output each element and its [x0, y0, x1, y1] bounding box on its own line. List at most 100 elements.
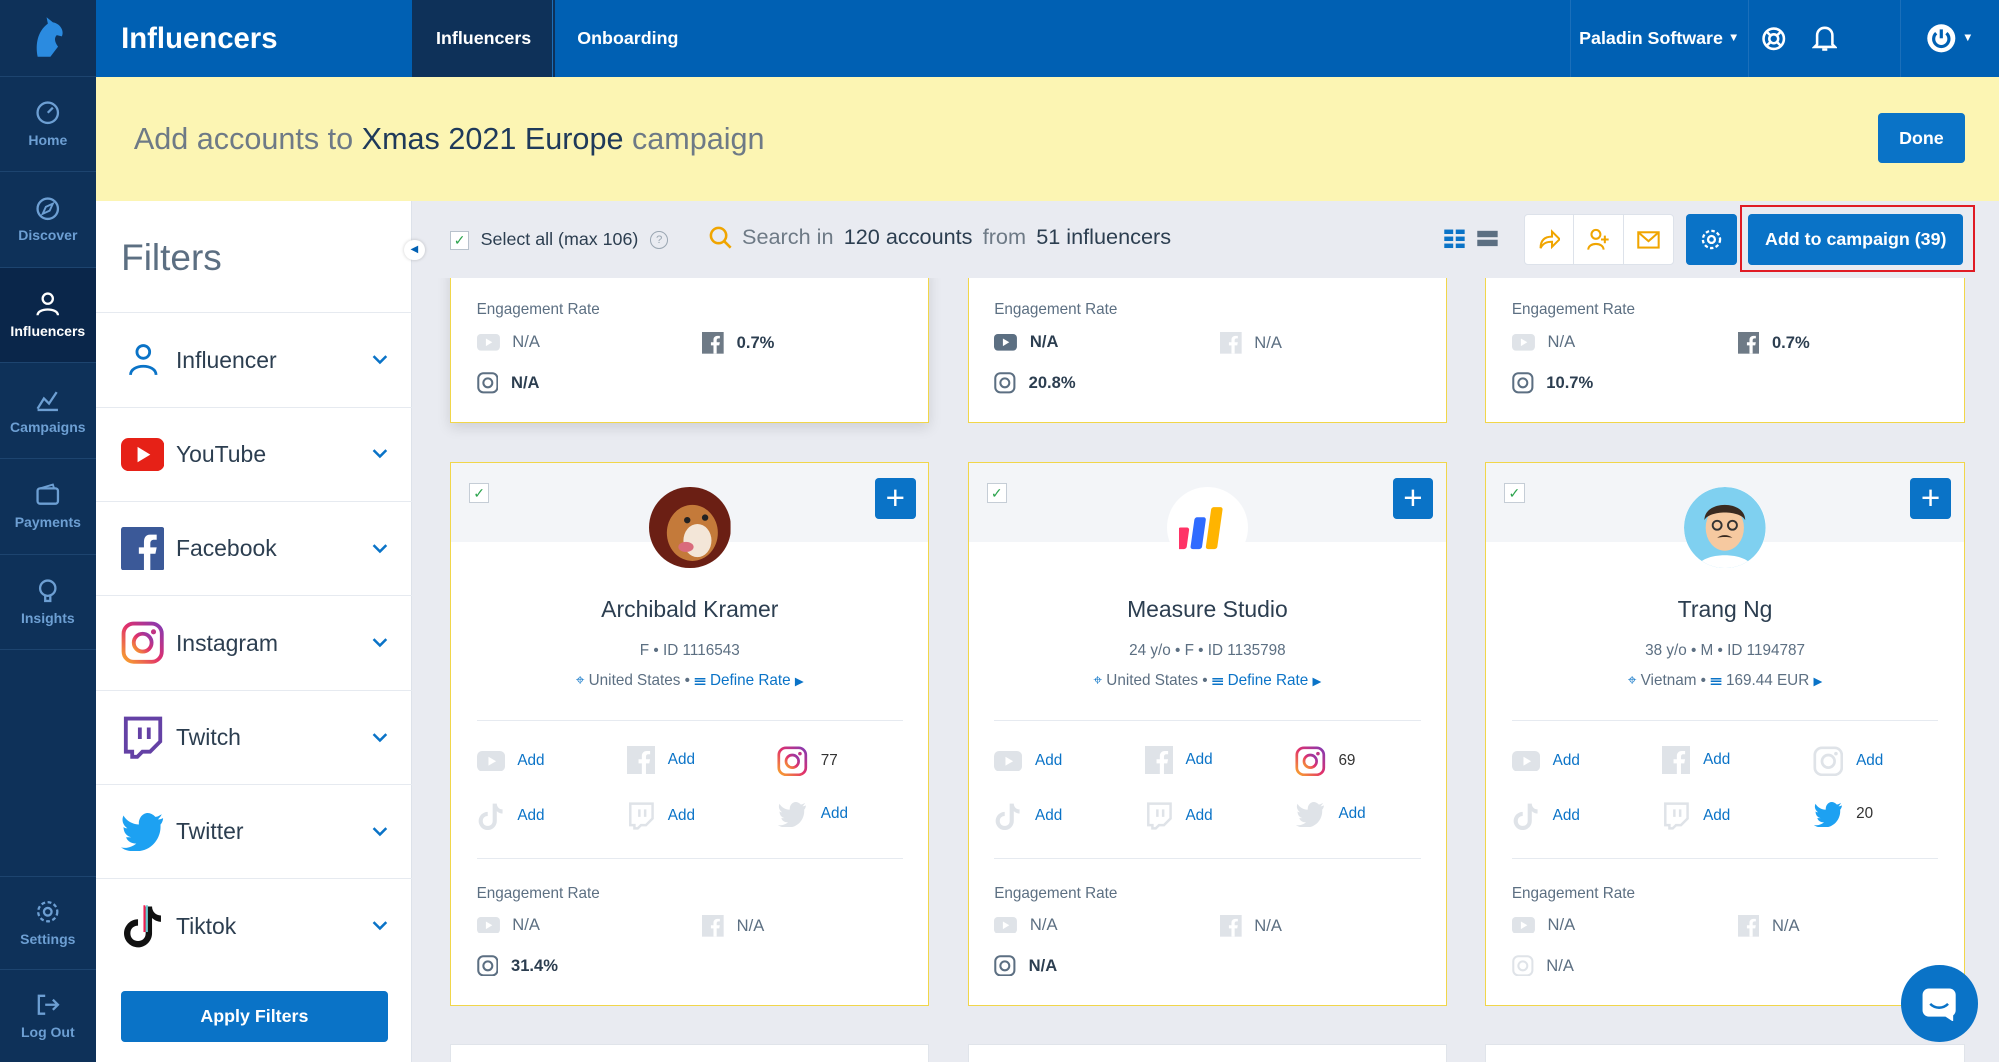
influencer-card[interactable]: Engagement Rate N/A N/A 20.8% — [967, 265, 1448, 424]
help-button[interactable] — [1748, 0, 1799, 77]
engagement-rate-label: Engagement Rate — [994, 884, 1118, 902]
banner-suffix: campaign — [631, 122, 765, 157]
add-link[interactable]: Add — [1185, 751, 1212, 769]
tab-onboarding[interactable]: Onboarding — [552, 0, 703, 77]
accounts-count: 120 accounts — [843, 224, 973, 250]
database-icon: ☰ — [694, 671, 706, 689]
sidebar-item-home[interactable]: Home — [0, 77, 96, 173]
add-link[interactable]: Add — [668, 807, 695, 825]
sidebar-item-influencers[interactable]: Influencers — [0, 267, 96, 364]
gear-icon — [1701, 229, 1721, 250]
settings-button[interactable] — [1685, 214, 1737, 266]
account-name: Paladin Software — [1579, 27, 1723, 48]
er-value: 0.7% — [1771, 333, 1810, 353]
add-link[interactable]: Add — [1703, 807, 1730, 825]
select-checkbox[interactable]: ✓ — [1504, 482, 1525, 504]
influencer-card[interactable] — [1485, 1044, 1965, 1062]
define-rate-link[interactable]: Define Rate — [710, 672, 791, 689]
map-pin-icon: ⌖ — [1627, 671, 1637, 689]
main-content: Engagement Rate N/A 0.7% N/A Engagement … — [411, 201, 1999, 1062]
account-dropdown[interactable]: Paladin Software ▼ — [1569, 0, 1749, 77]
influencer-name[interactable]: Archibald Kramer — [451, 596, 928, 623]
net-facebook: Add — [627, 745, 695, 774]
filter-instagram[interactable]: Instagram — [95, 595, 412, 689]
net-twitter: Add — [777, 801, 848, 828]
engagement-rate-label: Engagement Rate — [1511, 300, 1636, 318]
list-view-icon[interactable] — [1476, 227, 1499, 250]
location-row: ⌖ United States • ☰ Define Rate ▶ — [575, 671, 804, 689]
add-link[interactable]: Add — [1035, 752, 1062, 770]
divider — [476, 720, 903, 722]
add-user-button[interactable] — [1574, 215, 1625, 265]
add-link[interactable]: Add — [1856, 752, 1883, 770]
add-link[interactable]: Add — [668, 751, 695, 769]
sidebar-item-insights[interactable]: Insights — [0, 555, 96, 651]
influencer-card[interactable]: Engagement Rate N/A 0.7% 10.7% — [1485, 265, 1965, 424]
sidebar-item-label: Settings — [20, 930, 76, 947]
select-checkbox[interactable]: ✓ — [986, 482, 1007, 504]
influencer-card[interactable] — [967, 1044, 1448, 1062]
chat-launcher[interactable] — [1901, 965, 1978, 1042]
select-all-checkbox[interactable]: ✓ — [450, 230, 470, 250]
done-button[interactable]: Done — [1878, 113, 1965, 164]
search-icon — [709, 226, 732, 249]
filter-twitter[interactable]: Twitter — [95, 784, 412, 878]
add-link[interactable]: Add — [1553, 807, 1580, 825]
filter-label: Twitter — [175, 818, 244, 845]
add-link[interactable]: Add — [1035, 807, 1062, 825]
add-link[interactable]: Add — [1553, 752, 1580, 770]
influencer-meta: 38 y/o • M • ID 1194787 — [1645, 642, 1806, 660]
logo[interactable] — [0, 0, 96, 77]
add-link[interactable]: Add — [1703, 751, 1730, 769]
er-value: N/A — [510, 372, 540, 392]
database-icon: ☰ — [1710, 671, 1722, 689]
add-link[interactable]: Add — [1338, 805, 1365, 823]
er-youtube: N/A — [1511, 915, 1575, 935]
bulb-icon — [39, 579, 57, 603]
add-link[interactable]: Add — [1185, 807, 1212, 825]
avatar — [1684, 486, 1766, 569]
sidebar-item-settings[interactable]: Settings — [0, 875, 96, 969]
sidebar-item-logout[interactable]: Log Out — [0, 969, 96, 1062]
sidebar-item-label: Campaigns — [10, 418, 86, 435]
add-to-campaign-button[interactable]: + — [1910, 477, 1951, 519]
divider — [1511, 857, 1939, 860]
influencer-card[interactable]: ✓ + Trang Ng 38 y/o • M • ID 1194787 ⌖ V… — [1485, 461, 1965, 1006]
filter-twitch[interactable]: Twitch — [95, 689, 412, 784]
add-link[interactable]: Add — [517, 807, 544, 825]
filter-youtube[interactable]: YouTube — [95, 406, 412, 501]
email-button[interactable] — [1624, 215, 1673, 264]
add-link[interactable]: Add — [517, 752, 544, 770]
filter-influencer[interactable]: Influencer — [95, 312, 412, 406]
influencer-card[interactable] — [450, 1044, 930, 1062]
influencer-card[interactable]: ✓ + Archibald Kramer F • ID 1116543 ⌖ Un… — [450, 461, 930, 1006]
filter-tiktok[interactable]: Tiktok — [95, 878, 412, 972]
influencer-name[interactable]: Measure Studio — [969, 596, 1446, 623]
influencer-card[interactable]: Engagement Rate N/A 0.7% N/A — [450, 265, 930, 424]
sidebar-item-payments[interactable]: Payments — [0, 459, 96, 555]
share-button[interactable] — [1525, 215, 1575, 265]
help-icon[interactable]: ? — [650, 230, 669, 249]
select-checkbox[interactable]: ✓ — [468, 482, 490, 504]
notifications-button[interactable] — [1799, 0, 1850, 77]
sidebar-item-discover[interactable]: Discover — [0, 172, 96, 268]
select-all-label[interactable]: Select all (max 106) — [481, 229, 639, 250]
collapse-filters-button[interactable]: ◀ — [404, 239, 425, 261]
add-link[interactable]: Add — [821, 805, 848, 823]
grid-view-icon[interactable] — [1443, 227, 1466, 250]
sidebar-item-campaigns[interactable]: Campaigns — [0, 363, 96, 459]
define-rate-link[interactable]: Define Rate — [1228, 672, 1309, 689]
power-menu[interactable]: ▼ — [1899, 0, 1999, 77]
filter-facebook[interactable]: Facebook — [95, 501, 412, 595]
influencer-name[interactable]: Trang Ng — [1486, 596, 1963, 623]
add-to-campaign-button[interactable]: + — [874, 477, 916, 519]
search-summary[interactable]: Search in 120 accounts from 51 influence… — [709, 224, 1171, 250]
apply-filters-button[interactable]: Apply Filters — [121, 990, 388, 1042]
influencer-card[interactable]: ✓ + Measure Studio 24 y/o • F • ID 11357… — [967, 461, 1448, 1006]
country: United States — [588, 671, 681, 689]
tab-influencers[interactable]: Influencers — [411, 0, 556, 77]
add-to-campaign-button[interactable]: + — [1392, 477, 1434, 519]
rate-value[interactable]: 169.44 EUR — [1726, 672, 1809, 689]
tiktok-icon — [123, 905, 161, 948]
influencer-meta: 24 y/o • F • ID 1135798 — [1129, 642, 1286, 660]
